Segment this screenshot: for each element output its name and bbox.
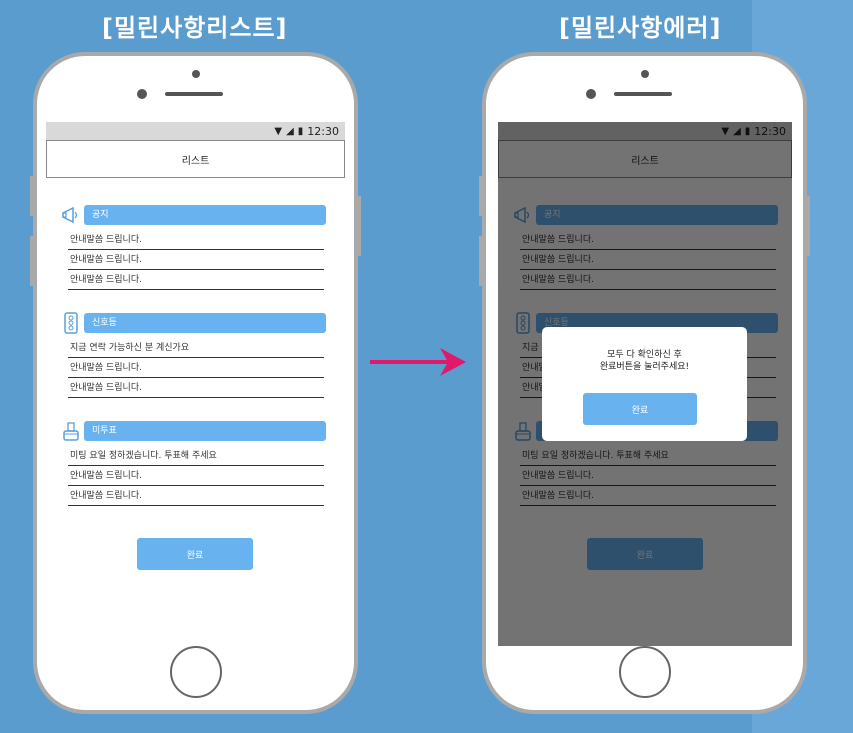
page-title: 리스트 bbox=[181, 155, 210, 167]
side-button bbox=[479, 176, 483, 216]
megaphone-icon bbox=[60, 204, 82, 226]
side-button bbox=[357, 196, 361, 256]
section-title[interactable]: 공지 bbox=[84, 205, 326, 225]
section-traffic-light: 신호등 지금 연락 가능하신 분 계신가요 안내말씀 드립니다. 안내말씀 드립… bbox=[60, 312, 326, 398]
traffic-light-icon bbox=[60, 312, 82, 334]
app-bar: 리스트 bbox=[46, 140, 345, 178]
screen-list: ▼ ◢ ▮ 12:30 리스트 공지 안내말씀 드립니다. 안내말씀 드립니다.… bbox=[46, 122, 345, 646]
side-button bbox=[30, 176, 34, 216]
speaker-grille bbox=[165, 92, 223, 96]
side-button bbox=[30, 236, 34, 286]
signal-icon: ◢ bbox=[286, 125, 294, 137]
dialog-ok-button[interactable]: 완료 bbox=[583, 393, 697, 425]
list-item[interactable]: 안내말씀 드립니다. bbox=[68, 466, 324, 486]
caption-error: [밀린사항에러] bbox=[559, 14, 722, 42]
arrow-right-icon bbox=[370, 348, 466, 376]
list-item[interactable]: 안내말씀 드립니다. bbox=[68, 378, 324, 398]
camera-icon bbox=[640, 70, 649, 78]
speaker-grille bbox=[614, 92, 672, 96]
home-button[interactable] bbox=[169, 646, 222, 698]
list-item[interactable]: 안내말씀 드립니다. bbox=[68, 486, 324, 506]
status-bar: ▼ ◢ ▮ 12:30 bbox=[46, 122, 345, 140]
section-title[interactable]: 신호등 bbox=[84, 313, 326, 333]
section-vote: 미투표 미팅 요일 정하겠습니다. 투표해 주세요 안내말씀 드립니다. 안내말… bbox=[60, 420, 326, 506]
sensor-icon bbox=[586, 89, 596, 99]
side-button bbox=[479, 236, 483, 286]
dialog-message-line: 모두 다 확인하신 후 bbox=[607, 350, 682, 360]
phone-error: ▼ ◢ ▮ 12:30 리스트 공지 안내말씀 드립니다. 안내말씀 드립니다.… bbox=[479, 52, 810, 714]
dialog-message-line: 완료버튼을 눌러주세요! bbox=[599, 362, 690, 372]
ballot-box-icon bbox=[60, 420, 82, 442]
wifi-icon: ▼ bbox=[274, 125, 283, 137]
screen-error: ▼ ◢ ▮ 12:30 리스트 공지 안내말씀 드립니다. 안내말씀 드립니다.… bbox=[498, 122, 792, 646]
alert-dialog: 모두 다 확인하신 후 완료버튼을 눌러주세요! 완료 bbox=[542, 327, 747, 441]
section-title[interactable]: 미투표 bbox=[84, 421, 326, 441]
section-notice: 공지 안내말씀 드립니다. 안내말씀 드립니다. 안내말씀 드립니다. bbox=[60, 204, 326, 290]
side-button bbox=[806, 196, 810, 256]
status-time: 12:30 bbox=[307, 124, 339, 138]
camera-icon bbox=[191, 70, 200, 78]
caption-list: [밀린사항리스트] bbox=[102, 14, 288, 42]
list-item[interactable]: 안내말씀 드립니다. bbox=[68, 270, 324, 290]
dialog-message: 모두 다 확인하신 후 완료버튼을 눌러주세요! bbox=[542, 349, 747, 373]
sensor-icon bbox=[137, 89, 147, 99]
list-item[interactable]: 안내말씀 드립니다. bbox=[68, 230, 324, 250]
list-item[interactable]: 지금 연락 가능하신 분 계신가요 bbox=[68, 338, 324, 358]
list-item[interactable]: 안내말씀 드립니다. bbox=[68, 358, 324, 378]
battery-icon: ▮ bbox=[297, 125, 304, 137]
list-item[interactable]: 미팅 요일 정하겠습니다. 투표해 주세요 bbox=[68, 446, 324, 466]
phone-list: ▼ ◢ ▮ 12:30 리스트 공지 안내말씀 드립니다. 안내말씀 드립니다.… bbox=[30, 52, 361, 714]
done-button[interactable]: 완료 bbox=[137, 538, 253, 570]
home-button[interactable] bbox=[618, 646, 671, 698]
list-item[interactable]: 안내말씀 드립니다. bbox=[68, 250, 324, 270]
